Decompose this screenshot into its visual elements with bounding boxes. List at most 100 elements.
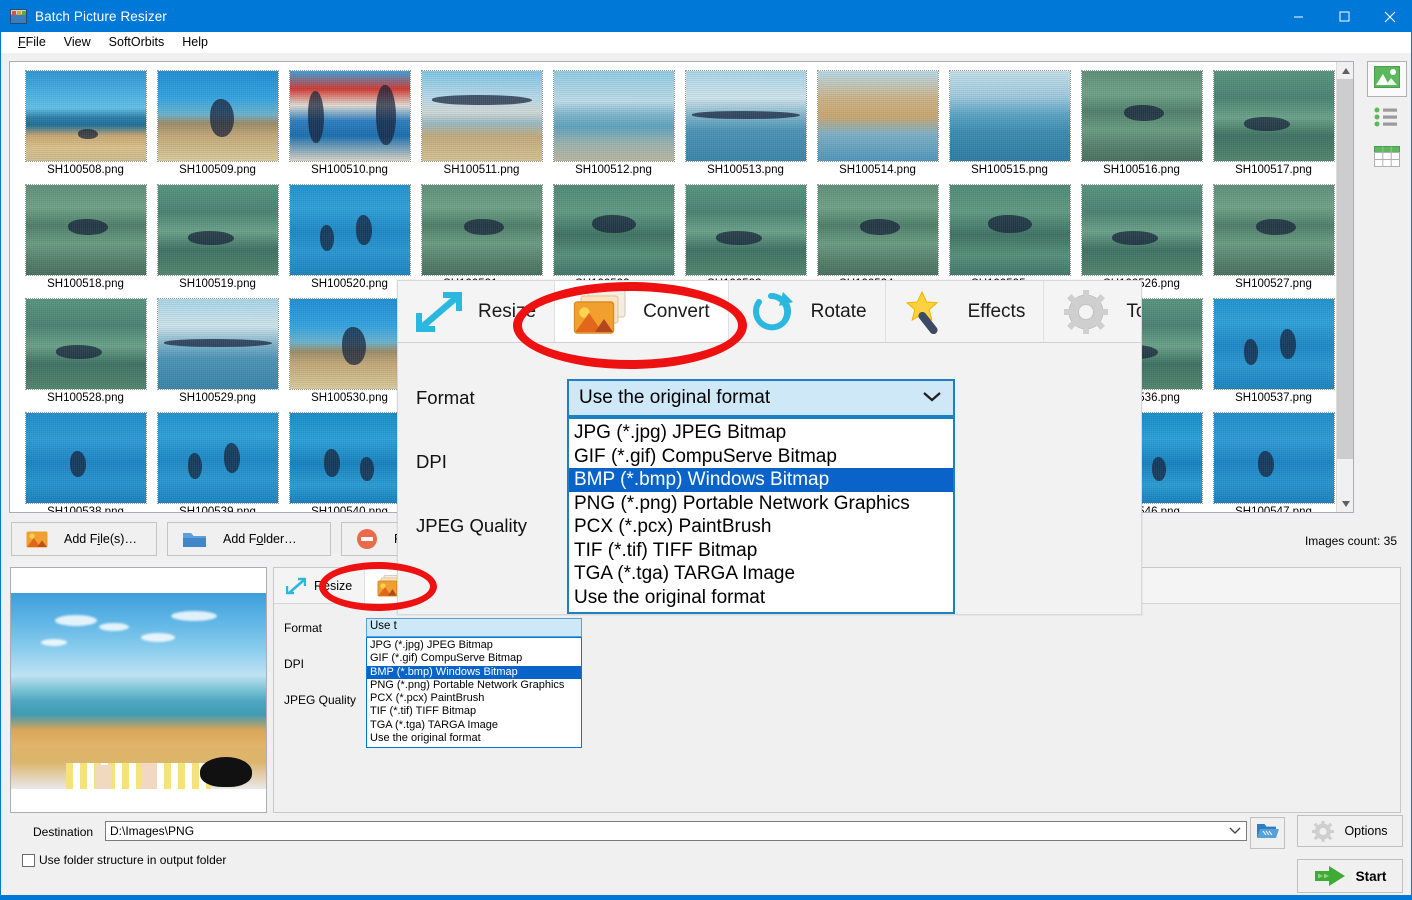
scroll-up-arrow-icon[interactable] [1337,62,1353,79]
thumbnail-image[interactable] [288,412,411,504]
thumbnail-image[interactable] [948,184,1071,276]
format-option-small[interactable]: PCX (*.pcx) PaintBrush [367,692,581,705]
minimize-button[interactable] [1275,1,1321,32]
menu-item-softorbits[interactable]: SoftOrbits [100,33,174,51]
thumbnail-image[interactable] [1080,184,1203,276]
thumbnail-item[interactable]: SH100521.png [419,184,544,290]
tab-tools[interactable]: Tools [1044,281,1141,342]
thumbnail-image[interactable] [1212,298,1335,390]
details-view-button[interactable] [1367,141,1407,177]
thumbnail-image[interactable] [420,184,543,276]
thumbnail-image[interactable] [156,184,279,276]
thumbnail-image[interactable] [1080,70,1203,162]
thumbnail-item[interactable]: SH100530.png [287,298,412,404]
thumbnail-item[interactable]: SH100547.png [1211,412,1336,512]
format-option-small[interactable]: PNG (*.png) Portable Network Graphics [367,679,581,692]
thumbnail-item[interactable]: SH100511.png [419,70,544,176]
thumbnail-scrollbar[interactable] [1336,62,1353,512]
scroll-down-arrow-icon[interactable] [1337,495,1353,512]
maximize-button[interactable] [1321,1,1367,32]
format-combo[interactable]: Use the original format [567,379,955,417]
thumbnail-item[interactable]: SH100523.png [683,184,808,290]
thumbnail-image[interactable] [24,70,147,162]
thumbnail-image[interactable] [684,70,807,162]
start-button[interactable]: Start [1297,859,1403,893]
menu-item-file[interactable]: FFile [9,33,55,51]
thumbnail-item[interactable]: SH100527.png [1211,184,1336,290]
thumbnail-image[interactable] [1212,184,1335,276]
close-button[interactable] [1367,1,1411,32]
tab-rotate[interactable]: Rotate [728,281,886,342]
tab-resize-small[interactable]: Resize [274,568,366,603]
format-option[interactable]: PCX (*.pcx) PaintBrush [569,515,953,539]
chevron-down-icon[interactable] [1228,824,1242,838]
use-folder-structure-row[interactable]: Use folder structure in output folder [22,853,226,867]
chevron-down-icon[interactable] [921,387,943,409]
thumbnail-image[interactable] [552,184,675,276]
thumbnail-image[interactable] [1212,70,1335,162]
thumbnail-image[interactable] [156,70,279,162]
format-option-small[interactable]: TGA (*.tga) TARGA Image [367,719,581,732]
thumbnail-image[interactable] [24,412,147,504]
thumbnail-image[interactable] [552,70,675,162]
format-option[interactable]: TIF (*.tif) TIFF Bitmap [569,539,953,563]
format-option[interactable]: GIF (*.gif) CompuServe Bitmap [569,445,953,469]
menu-item-help[interactable]: Help [173,33,217,51]
thumbnail-item[interactable]: SH100524.png [815,184,940,290]
tab-resize[interactable]: Resize [398,281,556,342]
format-options-list-small[interactable]: JPG (*.jpg) JPEG Bitmap GIF (*.gif) Compu… [366,637,582,749]
format-option-small[interactable]: BMP (*.bmp) Windows Bitmap [367,665,581,679]
thumbnail-item[interactable]: SH100515.png [947,70,1072,176]
thumbnail-item[interactable]: SH100539.png [155,412,280,512]
thumbnail-image[interactable] [816,184,939,276]
format-option[interactable]: PNG (*.png) Portable Network Graphics [569,492,953,516]
options-button[interactable]: Options [1297,815,1403,847]
thumbnail-image[interactable] [156,412,279,504]
tab-convert[interactable]: Convert [555,281,729,342]
thumbnail-item[interactable]: SH100537.png [1211,298,1336,404]
thumbnail-item[interactable]: SH100528.png [23,298,148,404]
scrollbar-thumb[interactable] [1337,79,1353,459]
thumbnail-item[interactable]: SH100520.png [287,184,412,290]
thumbnail-image[interactable] [948,70,1071,162]
format-option-small[interactable]: TIF (*.tif) TIFF Bitmap [367,705,581,718]
format-option[interactable]: Use the original format [569,586,953,610]
menu-item-view[interactable]: View [55,33,100,51]
thumbnail-image[interactable] [156,298,279,390]
thumbnail-item[interactable]: SH100525.png [947,184,1072,290]
thumbnail-image[interactable] [288,70,411,162]
format-option[interactable]: BMP (*.bmp) Windows Bitmap [569,468,953,492]
format-option-small[interactable]: Use the original format [367,732,581,745]
list-view-button[interactable] [1367,101,1407,137]
thumbnail-item[interactable]: SH100518.png [23,184,148,290]
thumbnail-item[interactable]: SH100540.png [287,412,412,512]
thumbnail-image[interactable] [684,184,807,276]
thumbnail-item[interactable]: SH100517.png [1211,70,1336,176]
thumbnail-item[interactable]: SH100519.png [155,184,280,290]
use-folder-structure-checkbox[interactable] [22,853,35,867]
format-options-list[interactable]: JPG (*.jpg) JPEG Bitmap GIF (*.gif) Compu… [567,417,955,614]
thumbnail-item[interactable]: SH100510.png [287,70,412,176]
format-option[interactable]: JPG (*.jpg) JPEG Bitmap [569,421,953,445]
thumbnail-item[interactable]: SH100514.png [815,70,940,176]
thumbnail-image[interactable] [1212,412,1335,504]
format-option-small[interactable]: JPG (*.jpg) JPEG Bitmap [367,639,581,652]
add-folder-button[interactable]: Add Folder… [167,522,331,556]
thumbnail-item[interactable]: SH100509.png [155,70,280,176]
thumbnail-image[interactable] [24,184,147,276]
thumbnail-item[interactable]: SH100529.png [155,298,280,404]
thumbnail-item[interactable]: SH100508.png [23,70,148,176]
thumbnail-item[interactable]: SH100512.png [551,70,676,176]
thumbnail-image[interactable] [288,298,411,390]
destination-input[interactable]: D:\Images\PNG [105,821,1247,841]
browse-destination-button[interactable] [1250,817,1285,849]
thumbnail-item[interactable]: SH100513.png [683,70,808,176]
thumbnail-item[interactable]: SH100538.png [23,412,148,512]
format-combo-small[interactable]: Use t [366,618,582,637]
thumbnail-image[interactable] [816,70,939,162]
format-option-small[interactable]: GIF (*.gif) CompuServe Bitmap [367,652,581,665]
thumbnail-image[interactable] [420,70,543,162]
thumbnails-view-button[interactable] [1367,61,1407,97]
thumbnail-image[interactable] [288,184,411,276]
add-files-button[interactable]: Add File(s)… [11,522,157,556]
